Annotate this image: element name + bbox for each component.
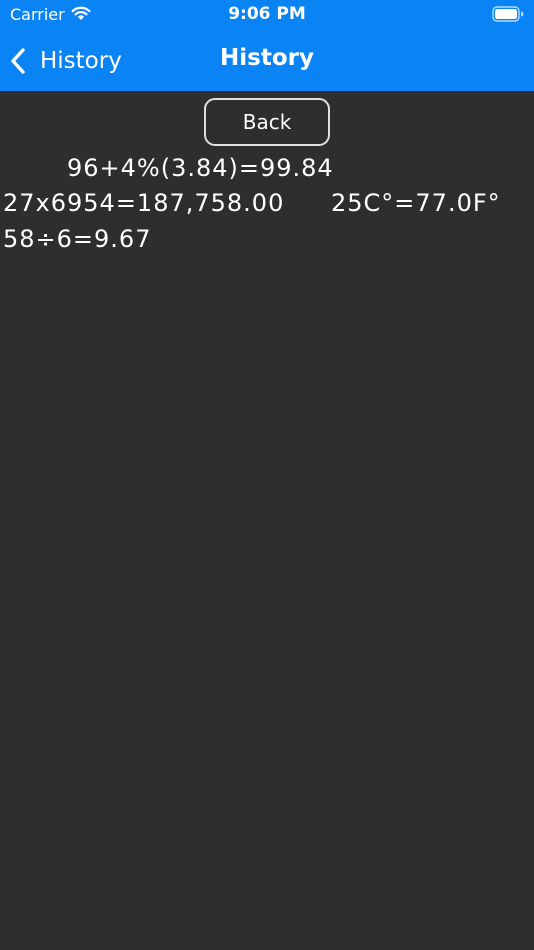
back-button[interactable]: Back	[204, 98, 330, 146]
battery-icon	[492, 6, 524, 22]
clock: 9:06 PM	[228, 4, 306, 24]
navigation-bar: History History	[0, 32, 534, 91]
chevron-left-icon	[11, 48, 25, 74]
history-entry: 25C°=77.0F°	[331, 189, 501, 217]
top-bar: Carrier 9:06 PM History History	[0, 0, 534, 91]
history-entry: 96+4%(3.84)=99.84	[67, 154, 334, 182]
nav-back-button[interactable]: History	[8, 42, 122, 80]
history-entry: 27x6954=187,758.00	[3, 189, 285, 217]
status-bar: Carrier 9:06 PM	[0, 0, 534, 32]
history-entry: 58÷6=9.67	[3, 225, 152, 253]
nav-back-label: History	[40, 48, 122, 74]
